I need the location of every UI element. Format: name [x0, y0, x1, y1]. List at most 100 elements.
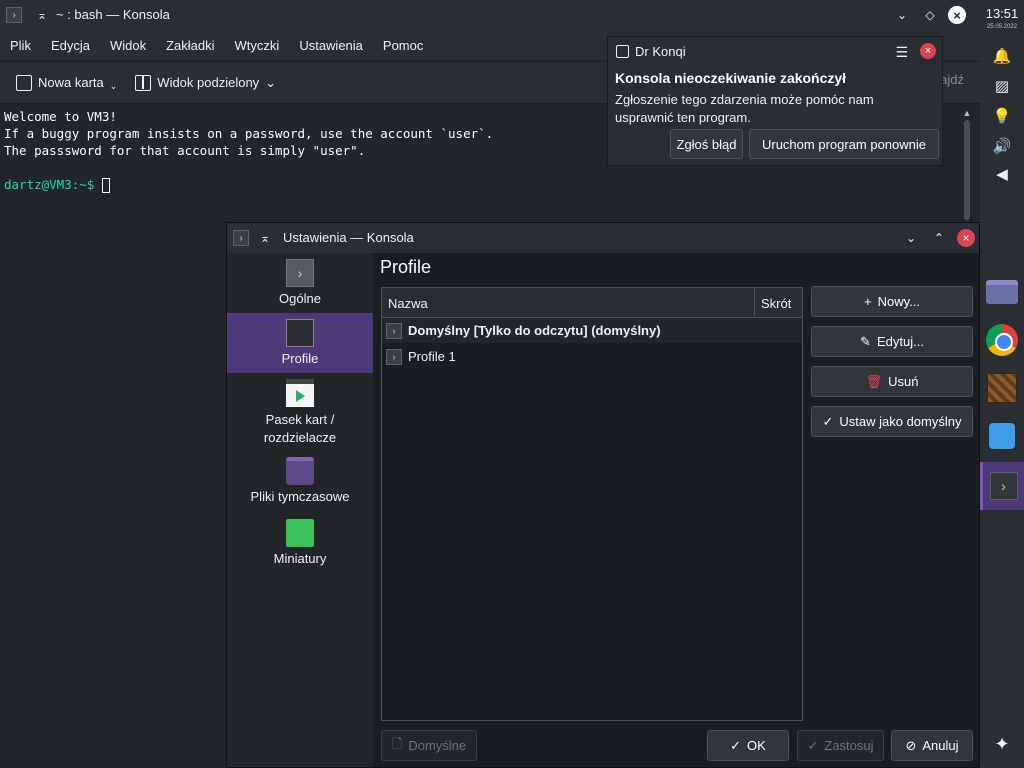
split-view-button[interactable]: Widok podzielony ⌄ [135, 74, 277, 91]
task-minecraft[interactable] [980, 364, 1024, 412]
new-profile-label: Nowy... [877, 294, 920, 309]
terminal-icon: › [386, 348, 402, 365]
keep-above-icon[interactable]: ⌅ [32, 5, 52, 25]
sidebar-item-thumbnails[interactable]: Miniatury [227, 519, 373, 575]
chrome-icon [986, 324, 1018, 356]
chevron-down-icon: ⌄ [265, 74, 277, 90]
set-default-label: Ustaw jako domyślny [839, 414, 962, 429]
konsole-titlebar: › ⌅ ~ : bash — Konsola ⌄ ◇ × [0, 0, 980, 30]
task-store[interactable] [980, 412, 1024, 460]
konsole-app-icon[interactable]: › [6, 7, 22, 23]
terminal-icon: › [286, 259, 314, 287]
delete-profile-button[interactable]: 🗑 Usuń [811, 366, 973, 397]
terminal-icon: › [386, 322, 402, 339]
apply-label: Zastosuj [824, 738, 874, 753]
notification-close-icon[interactable]: × [920, 43, 936, 59]
settings-dialog: › ⌅ Ustawienia — Konsola ⌄ ⌃ × › Ogólne … [226, 222, 980, 768]
folder-icon [986, 280, 1018, 304]
profile-icon [286, 319, 314, 347]
notification-app-name: Dr Konqi [635, 44, 686, 59]
expand-tray-icon[interactable]: ◀ [991, 164, 1013, 184]
cancel-label: Anuluj [922, 738, 959, 753]
terminal-scrollbar[interactable]: ▲ [962, 108, 972, 228]
page-title: Profile [380, 257, 432, 277]
scroll-up-icon[interactable]: ▲ [962, 108, 972, 120]
new-tab-button[interactable]: Nowa karta ⌄ [16, 73, 117, 92]
close-icon[interactable]: × [948, 6, 966, 24]
column-divider[interactable] [754, 288, 755, 318]
edit-profile-button[interactable]: ✎ Edytuj... [811, 326, 973, 357]
volume-icon[interactable]: 🔊 [991, 136, 1013, 156]
terminal-prompt: dartz@VM3:~$ [4, 176, 956, 193]
chevron-down-icon: ⌄ [109, 81, 118, 91]
task-chrome[interactable] [980, 316, 1024, 364]
sidebar-item-tabbar[interactable]: Pasek kart / rozdzielacze [227, 379, 373, 453]
set-default-button[interactable]: ✓ Ustaw jako domyślny [811, 406, 973, 437]
maximize-icon[interactable]: ◇ [920, 5, 940, 25]
table-header: Nazwa Skrót [382, 288, 802, 318]
notification-body: Zgłoszenie tego zdarzenia może pomóc nam… [615, 92, 874, 125]
sidebar-item-label: Ogólne [279, 291, 321, 306]
scroll-handle[interactable] [964, 120, 970, 220]
delete-profile-label: Usuń [888, 374, 919, 389]
menu-view[interactable]: Widok [110, 38, 146, 53]
tabbar-icon [286, 379, 314, 407]
checkmark-icon: ✓ [807, 737, 819, 753]
menu-help[interactable]: Pomoc [383, 38, 423, 53]
task-konsole[interactable]: › [980, 462, 1024, 510]
menu-bookmarks[interactable]: Zakładki [166, 38, 214, 53]
settings-sidebar: › Ogólne Profile Pasek kart / rozdzielac… [227, 253, 373, 767]
sidebar-item-label: Pliki tymczasowe [250, 489, 350, 504]
menu-edit[interactable]: Edycja [51, 38, 90, 53]
terminal-cursor [101, 178, 110, 193]
dialog-app-icon[interactable]: › [233, 230, 249, 246]
clock-time[interactable]: 13:51 [980, 6, 1024, 21]
settings-sliders-icon[interactable]: ☰ [895, 44, 908, 61]
minimize-icon[interactable]: ⌄ [901, 228, 921, 248]
app-launcher-icon[interactable]: ✦ [991, 734, 1013, 754]
clock-date: 25.05.2022 [986, 24, 1018, 30]
apply-button[interactable]: ✓ Zastosuj [797, 730, 884, 761]
defaults-button[interactable]: 🗋 Domyślne [381, 730, 477, 761]
task-folder[interactable] [980, 268, 1024, 316]
menu-file[interactable]: Plik [10, 38, 31, 53]
ok-button[interactable]: ✓ OK [707, 730, 789, 761]
dialog-close-icon[interactable]: × [957, 229, 975, 247]
notification-title: Konsola nieoczekiwanie zakończył [615, 70, 847, 86]
temp-folder-icon [286, 457, 314, 485]
restart-program-button[interactable]: Uruchom program ponownie [749, 129, 939, 159]
screenshot-icon[interactable]: ▨ [991, 76, 1013, 96]
plus-icon: + [864, 294, 872, 309]
profile-name: Profile 1 [408, 349, 456, 364]
lightbulb-icon[interactable]: 💡 [991, 106, 1013, 126]
menu-settings[interactable]: Ustawienia [299, 38, 363, 53]
maximize-icon[interactable]: ⌃ [929, 228, 949, 248]
dialog-titlebar: › ⌅ Ustawienia — Konsola ⌄ ⌃ × [227, 223, 979, 253]
minimize-icon[interactable]: ⌄ [892, 5, 912, 25]
trash-icon: 🗑 [865, 373, 883, 389]
split-view-icon [135, 74, 152, 91]
report-bug-button[interactable]: Zgłoś błąd [670, 129, 743, 159]
dialog-title: Ustawienia — Konsola [283, 230, 414, 245]
crash-notification: Dr Konqi ☰ × Konsola nieoczekiwanie zako… [607, 36, 943, 166]
column-shortcut[interactable]: Skrót [761, 296, 791, 311]
new-profile-button[interactable]: + Nowy... [811, 286, 973, 317]
keep-above-icon[interactable]: ⌅ [255, 228, 275, 248]
sidebar-item-profile[interactable]: Profile [227, 313, 373, 373]
table-row[interactable]: › Profile 1 [382, 344, 802, 369]
new-tab-icon [16, 74, 32, 91]
edit-profile-label: Edytuj... [876, 334, 924, 349]
sidebar-item-label: Pasek kart / rozdzielacze [263, 412, 337, 445]
split-view-label: Widok podzielony [157, 75, 260, 90]
column-name[interactable]: Nazwa [388, 296, 428, 311]
pencil-icon: ✎ [860, 333, 871, 349]
profile-name: Domyślny [Tylko do odczytu] (domyślny) [408, 323, 661, 338]
sidebar-item-temp-files[interactable]: Pliki tymczasowe [227, 457, 373, 513]
thumbnails-icon [286, 519, 314, 547]
table-row[interactable]: › Domyślny [Tylko do odczytu] (domyślny) [382, 318, 802, 343]
notifications-icon[interactable]: 🔔 [991, 46, 1013, 66]
cancel-button[interactable]: ⊘ Anuluj [891, 730, 973, 761]
checkmark-icon: ✓ [822, 413, 834, 429]
sidebar-item-general[interactable]: › Ogólne [227, 259, 373, 315]
menu-plugins[interactable]: Wtyczki [235, 38, 280, 53]
